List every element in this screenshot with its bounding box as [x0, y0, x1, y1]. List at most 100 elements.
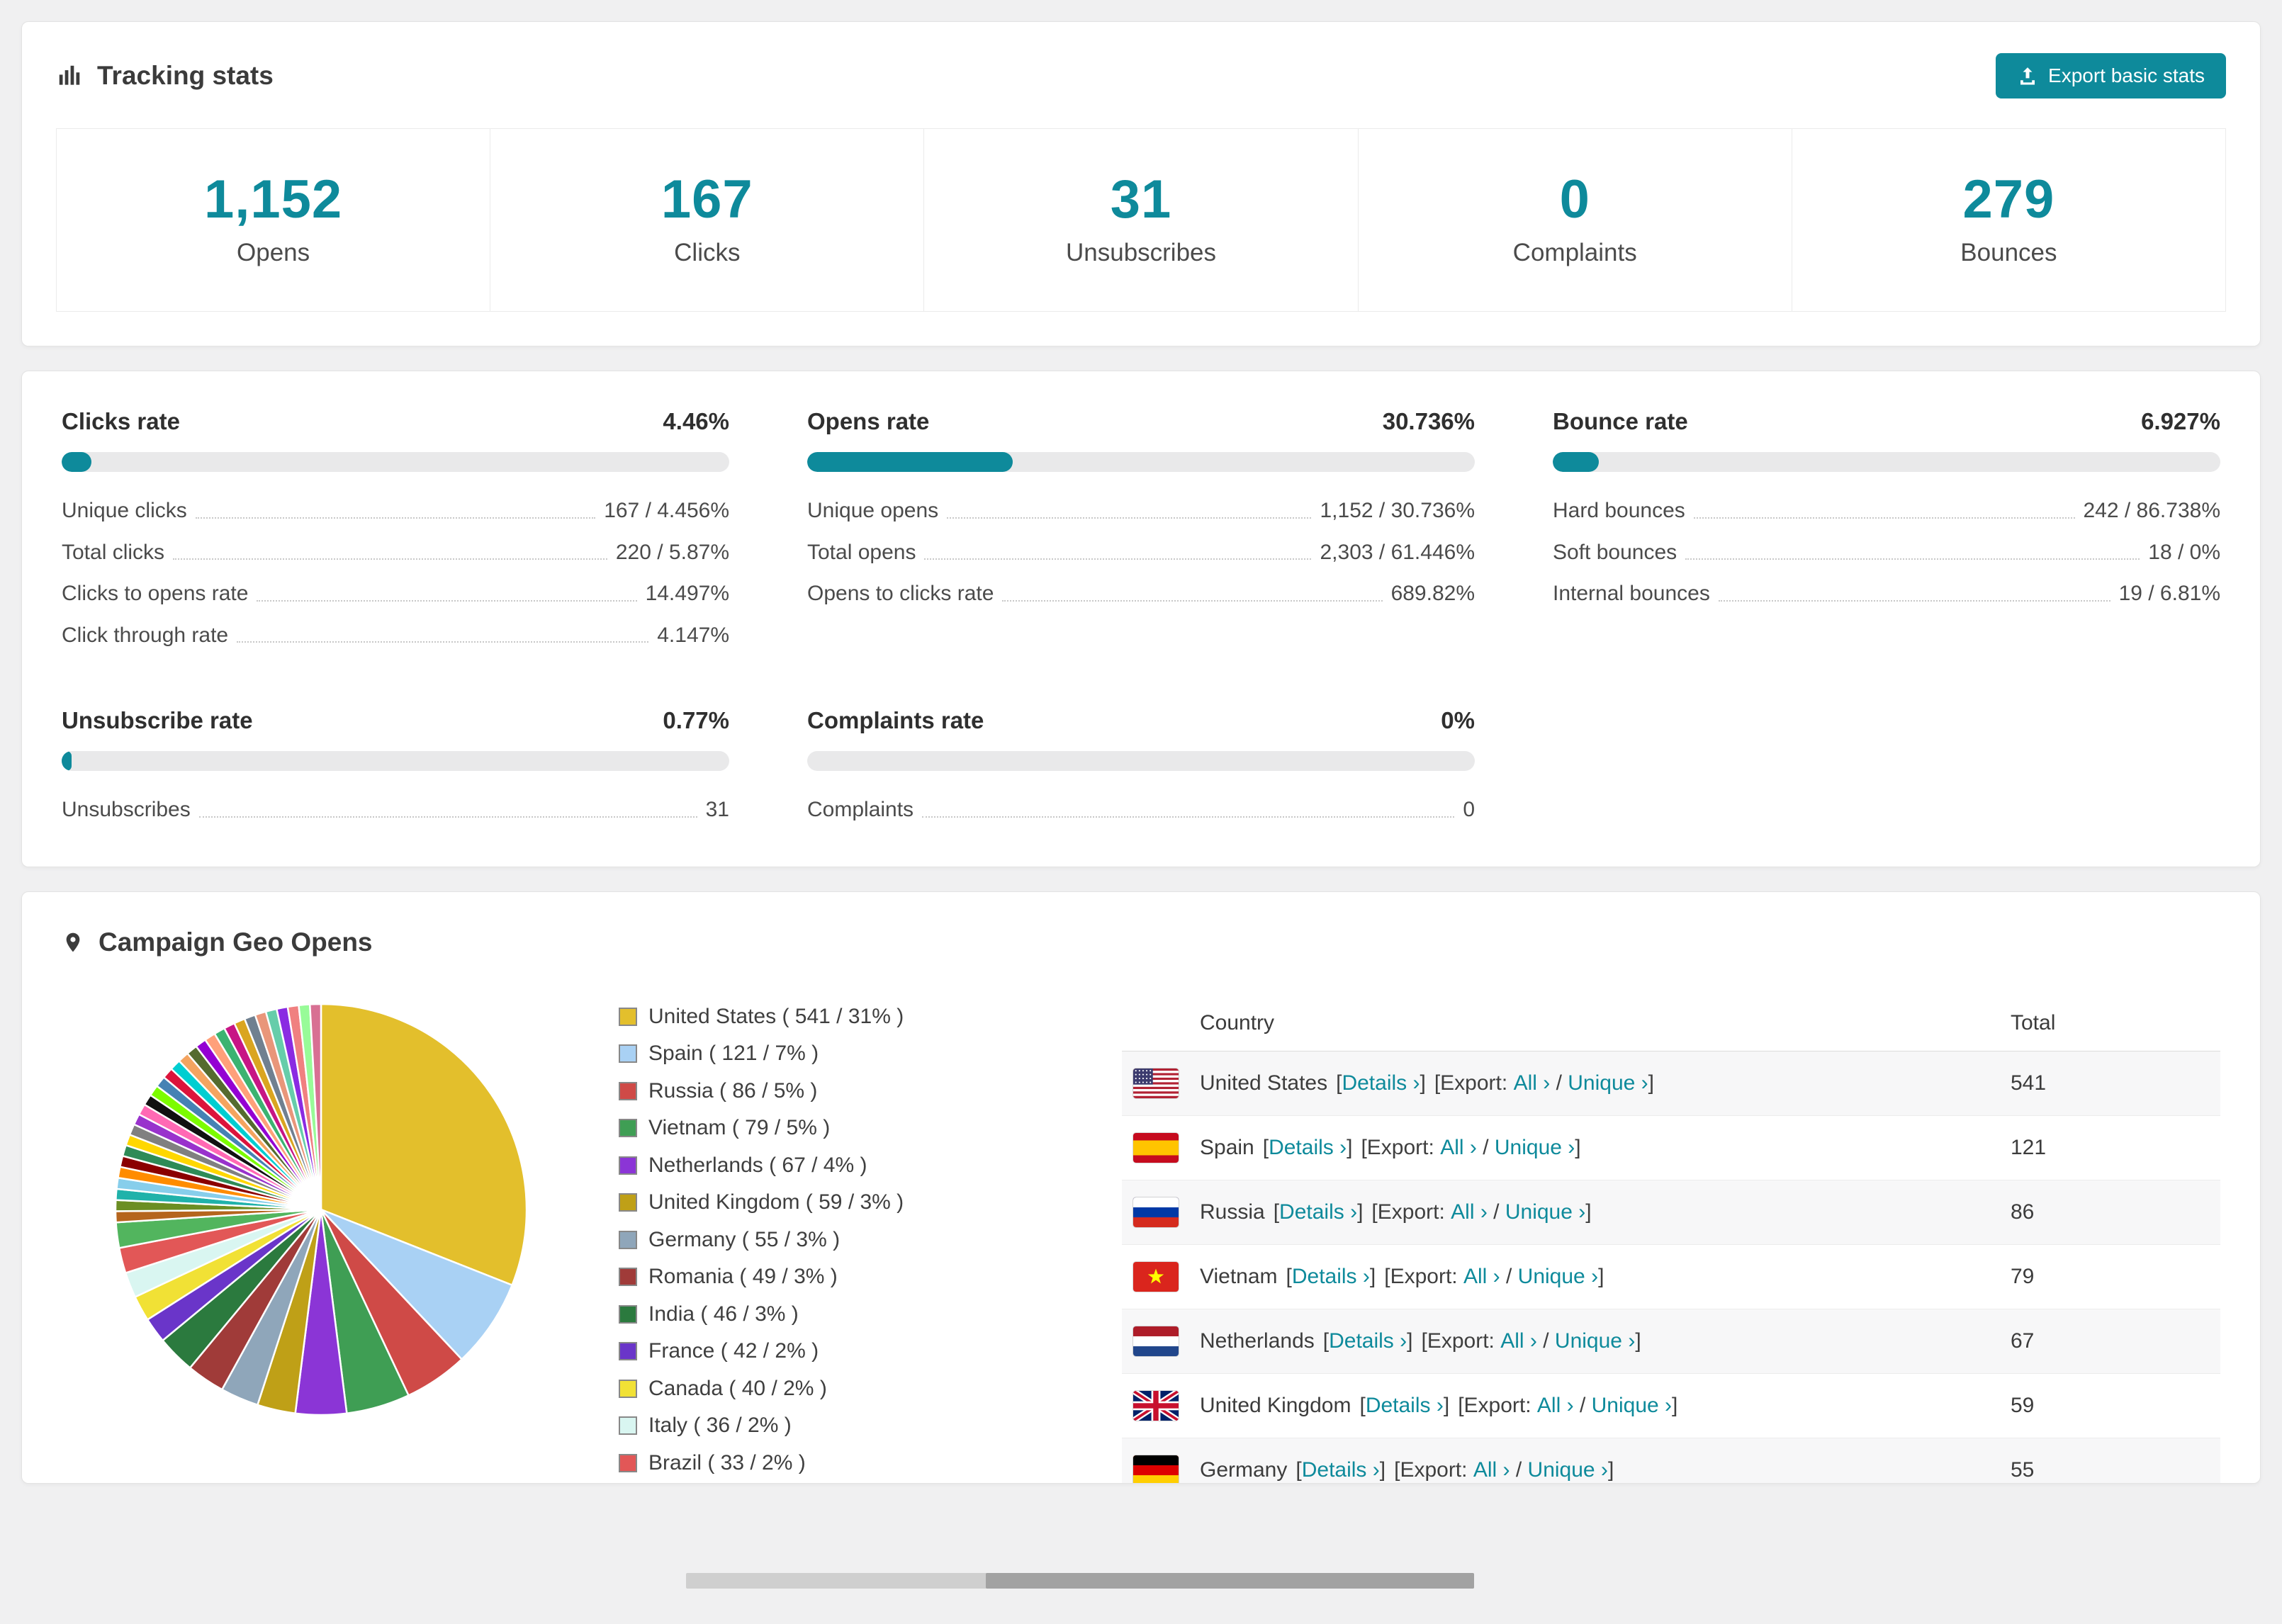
country-cell: United Kingdom [Details ›] [Export: All …	[1133, 1390, 2011, 1421]
country-details-link[interactable]: Details ›	[1302, 1458, 1380, 1482]
rate-row-value: 689.82%	[1390, 582, 1475, 605]
legend-color-swatch	[619, 1119, 637, 1138]
stat-value: 31	[1110, 169, 1172, 230]
country-details-link[interactable]: Details ›	[1292, 1265, 1370, 1288]
country-export-all-link[interactable]: All ›	[1514, 1071, 1551, 1095]
geo-table-header-row: Country Total	[1122, 997, 2220, 1051]
country-cell: United States [Details ›] [Export: All ›…	[1133, 1068, 2011, 1098]
stat-value: 167	[661, 169, 753, 230]
legend-color-swatch	[619, 1044, 637, 1064]
rate-row: Internal bounces 19 / 6.81%	[1553, 582, 2220, 607]
country-export-all-link[interactable]: All ›	[1463, 1265, 1500, 1288]
legend-item: Canada ( 40 / 2% )	[619, 1375, 1016, 1404]
legend-color-swatch	[619, 1081, 637, 1100]
rate-row-value: 4.147%	[657, 623, 729, 647]
stat-label: Bounces	[1960, 239, 2057, 266]
legend-color-swatch	[619, 1416, 637, 1436]
rate-row-value: 14.497%	[645, 582, 729, 605]
legend-label: Spain ( 121 / 7% )	[648, 1042, 819, 1065]
country-details-link[interactable]: Details ›	[1279, 1200, 1357, 1224]
horizontal-scrollbar-thumb[interactable]	[985, 1573, 1474, 1589]
country-name: Spain	[1200, 1135, 1254, 1159]
rate-row-value: 242 / 86.738%	[2083, 499, 2221, 522]
country-cell: Germany [Details ›] [Export: All › / Uni…	[1133, 1455, 2011, 1483]
legend-label: Vietnam ( 79 / 5% )	[648, 1116, 831, 1139]
dotted-leader	[195, 517, 596, 519]
dotted-leader	[924, 558, 1312, 560]
rate-panel: Unsubscribe rate 0.77% Unsubscribes 31	[62, 707, 729, 823]
rate-value: 0.77%	[663, 707, 729, 733]
country-details-link[interactable]: Details ›	[1342, 1071, 1420, 1095]
geo-country-table: Country Total United States [Details ›] …	[1122, 997, 2220, 1483]
country-details-link[interactable]: Details ›	[1269, 1136, 1347, 1159]
rate-row: Opens to clicks rate 689.82%	[807, 582, 1475, 607]
country-export-all-link[interactable]: All ›	[1451, 1200, 1488, 1224]
rate-row-label: Complaints	[807, 798, 914, 821]
country-details-link[interactable]: Details ›	[1329, 1329, 1407, 1353]
dotted-leader	[173, 558, 607, 560]
export-prefix-label: Export:	[1366, 1135, 1434, 1159]
country-total: 79	[2011, 1264, 2035, 1288]
country-export-unique-link[interactable]: Unique ›	[1592, 1394, 1672, 1417]
legend-color-swatch	[619, 1193, 637, 1212]
stat-value: 279	[1962, 169, 2055, 230]
rate-title: Clicks rate	[62, 408, 180, 434]
country-export-unique-link[interactable]: Unique ›	[1495, 1136, 1575, 1159]
rate-title: Opens rate	[807, 408, 930, 434]
rate-row-label: Opens to clicks rate	[807, 582, 994, 605]
dotted-leader	[1002, 599, 1383, 602]
country-export-unique-link[interactable]: Unique ›	[1528, 1458, 1608, 1482]
rate-title: Complaints rate	[807, 707, 984, 733]
rate-title: Unsubscribe rate	[62, 707, 253, 733]
rate-value: 30.736%	[1382, 408, 1475, 434]
country-total: 67	[2011, 1329, 2035, 1353]
legend-item: Germany ( 55 / 3% )	[619, 1226, 1016, 1255]
rate-header: Unsubscribe rate 0.77%	[62, 707, 729, 734]
rate-rows: Unique clicks 167 / 4.456% Total clicks …	[62, 499, 729, 648]
country-export-unique-link[interactable]: Unique ›	[1505, 1200, 1585, 1224]
country-name: Netherlands	[1200, 1329, 1315, 1353]
rate-row: Click through rate 4.147%	[62, 624, 729, 648]
country-export-unique-link[interactable]: Unique ›	[1518, 1265, 1598, 1288]
stat-label: Complaints	[1512, 239, 1637, 266]
country-row: Germany [Details ›] [Export: All › / Uni…	[1122, 1438, 2220, 1483]
country-total: 55	[2011, 1457, 2035, 1482]
export-prefix-label: Export:	[1440, 1071, 1508, 1095]
geo-title: Campaign Geo Opens	[62, 927, 2220, 957]
rate-progress-fill	[62, 452, 91, 472]
legend-item: Netherlands ( 67 / 4% )	[619, 1151, 1016, 1180]
country-total: 59	[2011, 1393, 2035, 1417]
legend-item: Romania ( 49 / 3% )	[619, 1263, 1016, 1292]
legend-item: Italy ( 36 / 2% )	[619, 1411, 1016, 1440]
horizontal-scrollbar-track[interactable]	[686, 1573, 1474, 1589]
country-export-unique-link[interactable]: Unique ›	[1568, 1071, 1648, 1095]
rate-header: Bounce rate 6.927%	[1553, 408, 2220, 435]
country-row: Russia [Details ›] [Export: All › / Uniq…	[1122, 1180, 2220, 1245]
country-cell: Spain [Details ›] [Export: All › / Uniqu…	[1133, 1132, 2011, 1163]
dotted-leader	[922, 816, 1455, 818]
country-export-all-link[interactable]: All ›	[1440, 1136, 1477, 1159]
legend-label: India ( 46 / 3% )	[648, 1302, 799, 1326]
country-total: 86	[2011, 1200, 2035, 1224]
rate-row: Hard bounces 242 / 86.738%	[1553, 499, 2220, 524]
rates-grid: Clicks rate 4.46% Unique clicks 167 / 4.…	[62, 408, 2220, 823]
rate-panel: Clicks rate 4.46% Unique clicks 167 / 4.…	[62, 408, 729, 648]
rate-progress-bar	[62, 452, 729, 472]
rate-panel: Opens rate 30.736% Unique opens 1,152 / …	[807, 408, 1475, 648]
country-export-unique-link[interactable]: Unique ›	[1555, 1329, 1635, 1353]
stat-box: 167 Clicks	[490, 129, 925, 311]
export-prefix-label: Export:	[1400, 1457, 1468, 1482]
country-export-all-link[interactable]: All ›	[1500, 1329, 1537, 1353]
tracking-stats-card: Tracking stats Export basic stats 1,152 …	[21, 21, 2261, 346]
country-details-link[interactable]: Details ›	[1366, 1394, 1444, 1417]
country-export-all-link[interactable]: All ›	[1473, 1458, 1510, 1482]
geo-pie-legend: United States ( 541 / 31% ) Spain ( 121 …	[619, 997, 1016, 1483]
dotted-leader	[1693, 517, 2075, 519]
geo-title-text: Campaign Geo Opens	[99, 927, 373, 957]
rate-row-label: Total opens	[807, 540, 916, 564]
legend-color-swatch	[619, 1379, 637, 1398]
legend-label: Netherlands ( 67 / 4% )	[648, 1153, 867, 1177]
stat-value: 1,152	[204, 169, 343, 230]
export-basic-stats-button[interactable]: Export basic stats	[1996, 53, 2226, 98]
country-export-all-link[interactable]: All ›	[1537, 1394, 1574, 1417]
